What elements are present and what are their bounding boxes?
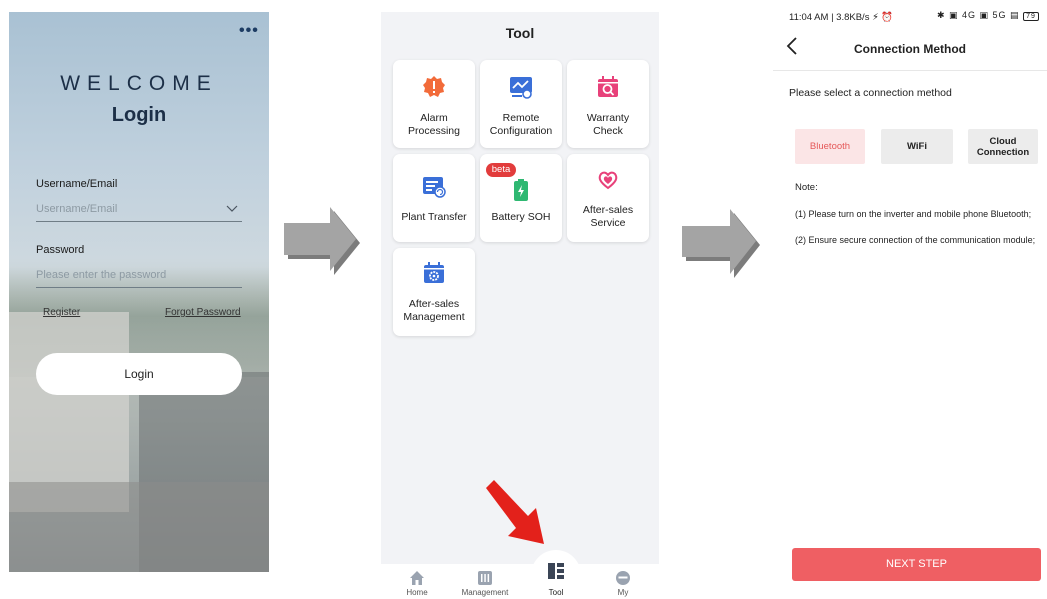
tool-title: Tool [505, 25, 535, 41]
tool-label: Alarm Processing [408, 112, 460, 137]
home-icon [410, 571, 424, 585]
tool-label: After-sales Management [403, 298, 465, 323]
tool-card-battery-soh[interactable]: beta Battery SOH [480, 154, 562, 242]
flow-arrow-icon [682, 209, 760, 278]
tool-card-alarm-processing[interactable]: Alarm Processing [393, 60, 475, 148]
option-cloud-connection[interactable]: Cloud Connection [968, 129, 1038, 164]
tab-home[interactable]: Home [387, 564, 447, 599]
page-title: Connection Method [854, 42, 966, 56]
status-bar-time: 11:04 AM | 3.8KB/s ⚡ ⏰ [789, 12, 893, 23]
tool-card-after-sales-management[interactable]: After-sales Management [393, 248, 475, 336]
username-field[interactable]: Username/Email [36, 202, 242, 222]
background-floor [9, 482, 269, 572]
alarm-badge-icon [423, 76, 445, 97]
pointer-arrow-icon [486, 480, 544, 544]
signal-icons: ✱ ▣ 4G ▣ 5G ▤ [937, 10, 1020, 20]
tab-label: Management [461, 588, 509, 597]
beta-badge: beta [486, 163, 516, 177]
login-title: Login [111, 104, 167, 126]
tab-my[interactable]: My [593, 564, 653, 599]
connection-prompt: Please select a connection method [789, 87, 952, 99]
note-line-1: (1) Please turn on the inverter and mobi… [795, 209, 1032, 219]
status-time: 11:04 AM | 3.8KB/s [789, 12, 870, 23]
option-label-line2: Connection [976, 146, 1030, 158]
register-link[interactable]: Register [43, 307, 80, 318]
tab-label: Home [406, 588, 428, 597]
option-label: Bluetooth [809, 141, 851, 152]
tool-card-after-sales-service[interactable]: After-sales Service [567, 154, 649, 242]
tool-label: Plant Transfer [401, 211, 467, 223]
flow-arrow-icon [284, 207, 360, 275]
option-label: WiFi [907, 141, 927, 152]
heart-hand-icon [598, 171, 618, 190]
tool-label: Battery SOH [491, 211, 551, 223]
forgot-password-link[interactable]: Forgot Password [165, 307, 241, 318]
option-label: Cloud Connection [977, 136, 1029, 158]
tool-label: After-sales Service [582, 204, 634, 229]
note-line-2: (2) Ensure secure connection of the comm… [795, 235, 1036, 245]
tool-card-warranty-check[interactable]: Warranty Check [567, 60, 649, 148]
tool-card-plant-transfer[interactable]: Plant Transfer [393, 154, 475, 242]
password-field[interactable]: Please enter the password [36, 268, 242, 288]
tool-label: Warranty Check [586, 112, 630, 137]
tool-grid-icon [548, 563, 564, 579]
tool-card-remote-configuration[interactable]: Remote Configuration [480, 60, 562, 148]
calendar-search-icon [598, 76, 618, 97]
plant-transfer-icon [423, 177, 446, 198]
bottom-tab-bar: Home Management Tool My [381, 563, 659, 599]
next-step-button[interactable]: NEXT STEP [792, 548, 1041, 581]
tab-label: My [617, 588, 629, 597]
option-label-line1: Cloud [989, 135, 1017, 147]
management-icon [478, 571, 492, 585]
status-bar-icons: ✱ ▣ 4G ▣ 5G ▤ 79 [937, 10, 1039, 21]
password-label: Password [36, 244, 85, 256]
login-button[interactable]: Login [36, 353, 242, 395]
more-dots-icon[interactable]: ••• [239, 22, 259, 40]
option-bluetooth[interactable]: Bluetooth [795, 129, 865, 164]
connection-screen: 11:04 AM | 3.8KB/s ⚡ ⏰ ✱ ▣ 4G ▣ 5G ▤ 79 … [773, 0, 1047, 599]
tab-tool[interactable]: Tool [526, 556, 586, 597]
login-screen: ••• WELCOME Login Username/Email Usernam… [9, 12, 269, 572]
tab-management[interactable]: Management [455, 564, 515, 599]
tab-label: Tool [548, 588, 564, 597]
battery-icon: 79 [1023, 12, 1039, 21]
username-label: Username/Email [36, 178, 118, 190]
password-placeholder: Please enter the password [36, 269, 167, 281]
note-heading: Note: [795, 182, 818, 193]
calendar-gear-icon [424, 262, 444, 283]
header-divider [773, 70, 1047, 71]
tool-label: Remote Configuration [489, 112, 553, 137]
profile-icon [616, 571, 630, 585]
chevron-down-icon[interactable] [226, 202, 238, 216]
status-app-icons: ⚡ ⏰ [872, 12, 894, 23]
option-wifi[interactable]: WiFi [881, 129, 953, 164]
welcome-heading: WELCOME [60, 72, 218, 95]
username-placeholder: Username/Email [36, 203, 118, 215]
remote-config-icon [510, 77, 532, 99]
battery-icon [514, 179, 528, 201]
